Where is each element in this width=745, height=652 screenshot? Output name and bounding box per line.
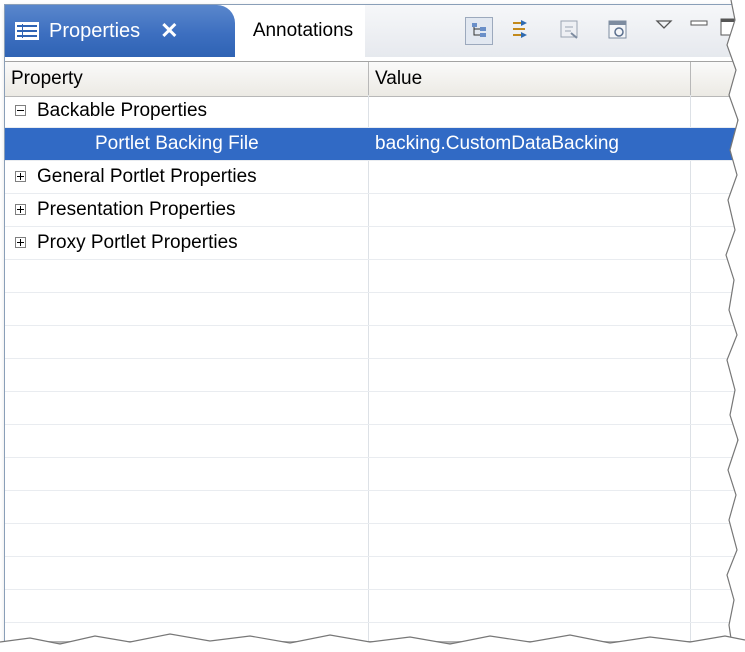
table-row[interactable]: General Portlet Properties (5, 161, 737, 194)
empty-row (5, 359, 737, 392)
property-table: Property Value Backable Properties Portl… (5, 61, 737, 641)
empty-row (5, 524, 737, 557)
empty-cell (5, 425, 369, 457)
empty-row (5, 392, 737, 425)
empty-row (5, 458, 737, 491)
show-categories-icon[interactable] (465, 17, 493, 45)
empty-cell (369, 359, 691, 391)
empty-cell (5, 359, 369, 391)
empty-cell (5, 557, 369, 589)
value-cell[interactable] (369, 95, 691, 127)
column-header-property[interactable]: Property (5, 62, 369, 96)
minimize-icon[interactable] (687, 15, 715, 43)
empty-cell (369, 557, 691, 589)
empty-row (5, 557, 737, 590)
table-header: Property Value (5, 61, 737, 97)
empty-row (5, 293, 737, 326)
empty-cell (369, 425, 691, 457)
expand-icon[interactable] (15, 204, 26, 215)
empty-cell (5, 491, 369, 523)
view-tab-bar: Properties ✕ Annotations (5, 5, 737, 57)
empty-cell (369, 458, 691, 490)
value-cell[interactable] (369, 161, 691, 193)
property-label: Portlet Backing File (95, 133, 259, 154)
empty-cell (369, 260, 691, 292)
empty-cell (5, 590, 369, 622)
empty-cell (369, 392, 691, 424)
table-row[interactable]: Backable Properties (5, 95, 737, 128)
value-cell[interactable] (369, 194, 691, 226)
empty-row (5, 425, 737, 458)
value-cell[interactable]: backing.CustomDataBacking (369, 128, 691, 160)
view-toolbar (365, 5, 737, 57)
table-row[interactable]: Presentation Properties (5, 194, 737, 227)
property-label: Proxy Portlet Properties (37, 232, 238, 253)
empty-cell (369, 590, 691, 622)
close-icon[interactable]: ✕ (160, 20, 178, 42)
torn-edge-right (725, 0, 745, 652)
empty-row (5, 590, 737, 623)
expand-icon[interactable] (15, 237, 26, 248)
empty-cell (5, 524, 369, 556)
defaults-icon[interactable] (605, 17, 633, 45)
empty-cell (369, 491, 691, 523)
table-row-selected[interactable]: Portlet Backing File backing.CustomDataB… (5, 128, 737, 161)
empty-cell (369, 524, 691, 556)
value-cell[interactable] (369, 227, 691, 259)
restore-default-icon[interactable] (557, 17, 585, 45)
property-label: Presentation Properties (37, 199, 236, 220)
property-cell: Proxy Portlet Properties (5, 227, 369, 259)
property-cell: Presentation Properties (5, 194, 369, 226)
empty-cell (5, 260, 369, 292)
empty-rows (5, 260, 737, 641)
table-row[interactable]: Proxy Portlet Properties (5, 227, 737, 260)
empty-row (5, 491, 737, 524)
table-body: Backable Properties Portlet Backing File… (5, 95, 737, 641)
show-advanced-icon[interactable] (507, 17, 535, 45)
expand-icon[interactable] (15, 171, 26, 182)
property-cell: Portlet Backing File (5, 128, 369, 160)
collapse-icon[interactable] (15, 105, 26, 116)
empty-cell (5, 293, 369, 325)
empty-cell (5, 326, 369, 358)
column-header-value[interactable]: Value (369, 62, 691, 96)
property-cell: Backable Properties (5, 95, 369, 127)
view-menu-icon[interactable] (651, 15, 679, 43)
property-label: Backable Properties (37, 100, 208, 121)
empty-cell (369, 326, 691, 358)
empty-row (5, 260, 737, 293)
empty-cell (369, 293, 691, 325)
empty-cell (5, 458, 369, 490)
empty-cell (5, 392, 369, 424)
tab-annotations[interactable]: Annotations (241, 5, 366, 57)
empty-row (5, 326, 737, 359)
properties-view-icon (15, 22, 39, 40)
property-cell: General Portlet Properties (5, 161, 369, 193)
property-label: General Portlet Properties (37, 166, 257, 187)
tab-properties-label: Properties (49, 19, 141, 42)
torn-edge-bottom (0, 633, 745, 652)
properties-view: Properties ✕ Annotations Property Value … (4, 4, 737, 641)
tab-properties[interactable]: Properties ✕ (5, 5, 235, 57)
